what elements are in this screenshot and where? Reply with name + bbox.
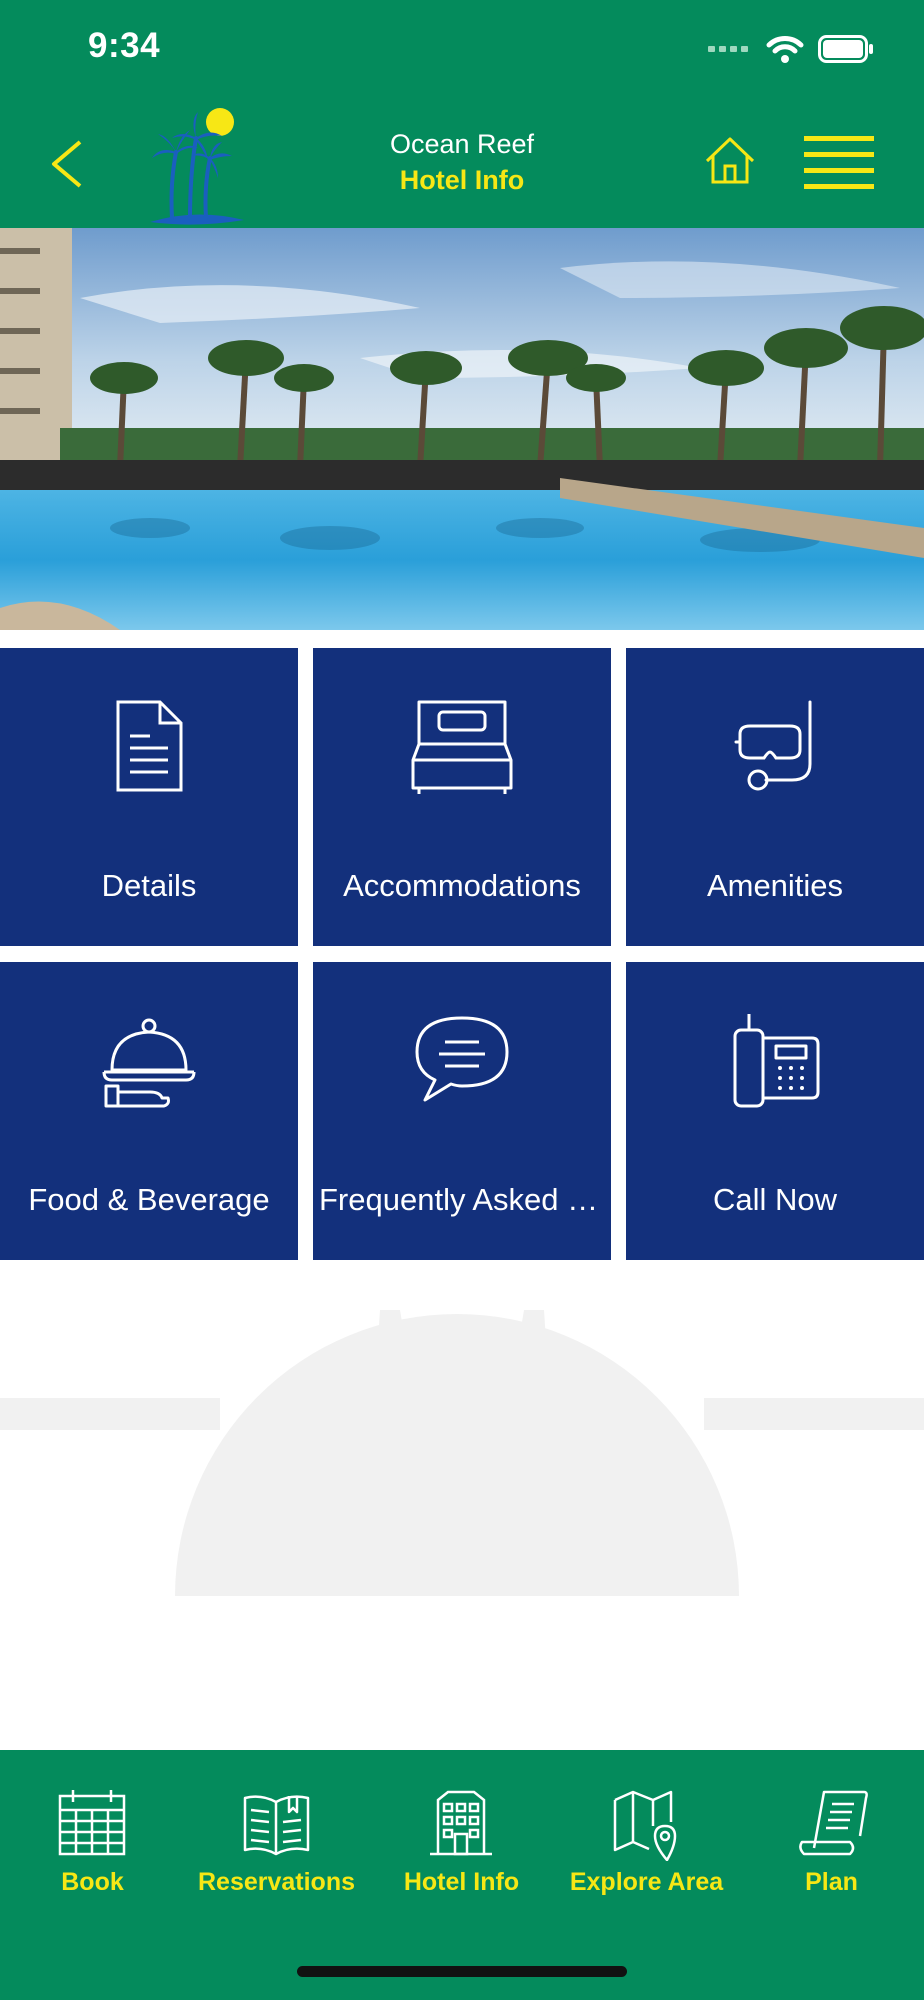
tile-details[interactable]: Details xyxy=(0,648,298,946)
hamburger-menu-icon[interactable] xyxy=(804,134,874,190)
app-header: 9:34 Ocean Reef Hotel Info xyxy=(0,0,924,228)
tab-label: Book xyxy=(61,1868,124,1896)
tile-label: Details xyxy=(101,868,197,903)
desk-phone-icon xyxy=(733,1014,820,1108)
tile-accommodations[interactable]: Accommodations xyxy=(313,648,611,946)
bottom-tab-bar: Book Reservations Hotel Info Explore Are… xyxy=(0,1750,924,2000)
tile-amenities[interactable]: Amenities xyxy=(626,648,924,946)
bed-icon xyxy=(411,700,513,794)
tile-label: Accommodations xyxy=(343,868,581,903)
hotel-name: Ocean Reef xyxy=(389,129,535,159)
home-indicator[interactable] xyxy=(297,1966,627,1977)
hotel-building-icon xyxy=(430,1790,492,1856)
scroll-list-icon xyxy=(799,1790,868,1856)
tab-label: Reservations xyxy=(197,1868,356,1896)
map-pin-icon xyxy=(613,1790,677,1861)
tile-call-now[interactable]: Call Now xyxy=(626,962,924,1260)
tab-hotel-info[interactable]: Hotel Info xyxy=(369,1750,554,1950)
calendar-icon xyxy=(58,1790,126,1856)
signal-icon xyxy=(708,46,748,52)
house-icon[interactable] xyxy=(704,136,756,186)
tile-label: Frequently Asked Q... xyxy=(319,1182,611,1217)
open-book-icon xyxy=(243,1795,310,1856)
tab-plan[interactable]: Plan xyxy=(739,1750,924,1950)
chat-bubble-icon xyxy=(415,1016,509,1102)
document-icon xyxy=(116,700,183,792)
cloche-icon xyxy=(102,1018,196,1108)
status-icons xyxy=(708,34,874,64)
tab-label: Plan xyxy=(805,1868,858,1896)
hero-pool-image xyxy=(0,228,924,630)
battery-icon xyxy=(818,35,873,63)
tile-food-beverage[interactable]: Food & Beverage xyxy=(0,962,298,1260)
status-time: 9:34 xyxy=(88,26,161,65)
wifi-icon xyxy=(766,36,804,63)
tab-label: Explore Area xyxy=(569,1868,724,1896)
header-titles: Ocean Reef Hotel Info xyxy=(0,126,924,198)
tab-explore-area[interactable]: Explore Area xyxy=(554,1750,739,1950)
tile-label: Call Now xyxy=(712,1182,838,1217)
tab-reservations[interactable]: Reservations xyxy=(184,1750,369,1950)
tab-label: Hotel Info xyxy=(403,1868,520,1896)
tile-label: Food & Beverage xyxy=(28,1182,270,1217)
snorkel-mask-icon xyxy=(734,700,812,791)
tile-label: Amenities xyxy=(706,868,844,903)
tab-book[interactable]: Book xyxy=(0,1750,185,1950)
tile-faq[interactable]: Frequently Asked Q... xyxy=(313,962,611,1260)
page-title: Hotel Info xyxy=(399,165,525,195)
